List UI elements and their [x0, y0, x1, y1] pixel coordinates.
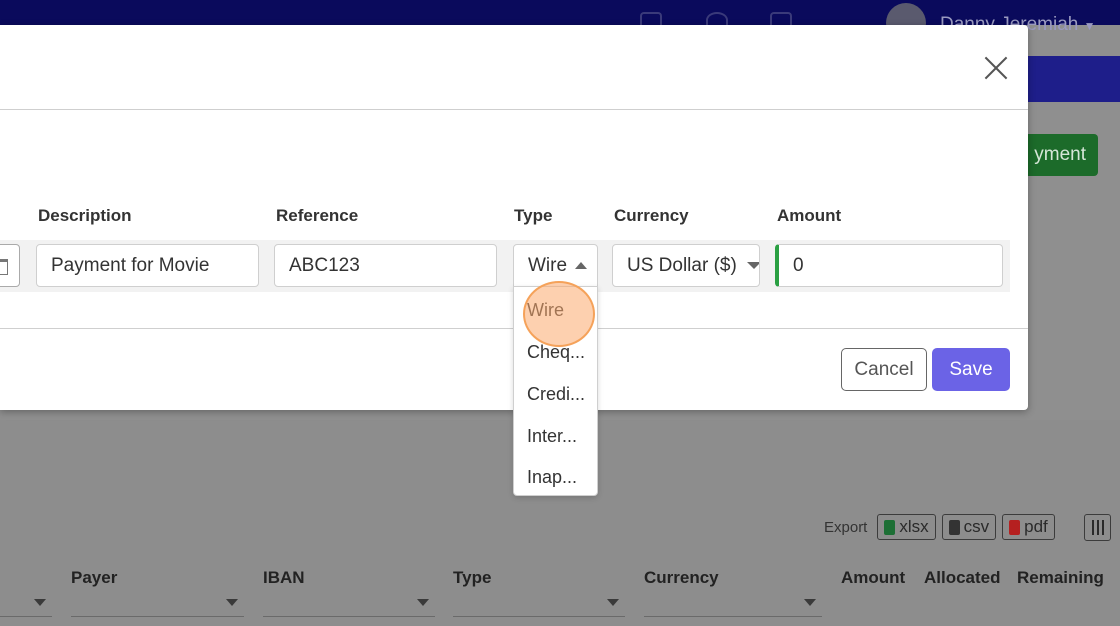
type-option-wire[interactable]: Wire [527, 300, 589, 321]
export-xlsx-button[interactable]: xlsx [877, 514, 936, 540]
save-label: Save [949, 358, 993, 380]
type-option-inap[interactable]: Inap... [527, 467, 589, 488]
cancel-button[interactable]: Cancel [841, 348, 927, 391]
export-csv-button[interactable]: csv [941, 514, 997, 540]
filter-select-type[interactable] [453, 590, 625, 617]
csv-file-icon [948, 519, 960, 535]
date-picker-button[interactable] [0, 244, 20, 287]
reference-input[interactable]: ABC123 [274, 244, 497, 287]
currency-select[interactable]: US Dollar ($) [612, 244, 760, 287]
modal-header-divider [0, 109, 1028, 110]
reference-value: ABC123 [289, 254, 360, 276]
type-dropdown-menu: Wire Cheq... Credi... Inter... Inap... [513, 286, 598, 496]
column-header-amount[interactable]: Amount [841, 568, 905, 588]
chevron-up-icon [575, 262, 588, 269]
type-label: Type [514, 206, 553, 225]
column-header-allocated[interactable]: Allocated [924, 568, 1001, 588]
column-header-remaining[interactable]: Remaining [1017, 568, 1104, 588]
export-toolbar: Export xlsx csv pdf [824, 514, 1055, 540]
type-option-cheque[interactable]: Cheq... [527, 342, 589, 363]
type-option-credit[interactable]: Credi... [527, 384, 589, 405]
filter-select-payer[interactable] [71, 590, 244, 617]
amount-label: Amount [777, 206, 842, 225]
filter-select-iban[interactable] [263, 590, 435, 617]
type-select[interactable]: Wire [513, 244, 598, 287]
column-header-currency[interactable]: Currency [644, 568, 719, 588]
export-pdf-button[interactable]: pdf [1002, 514, 1055, 540]
sliders-icon [1091, 520, 1094, 535]
type-value: Wire [528, 254, 568, 276]
column-header-payer[interactable]: Payer [71, 568, 117, 588]
export-xlsx-label: xlsx [899, 517, 929, 536]
amount-input[interactable]: 0 [775, 244, 1003, 287]
reference-label: Reference [276, 206, 359, 225]
cancel-label: Cancel [854, 358, 914, 380]
column-settings-button[interactable] [1084, 514, 1111, 541]
column-header-iban[interactable]: IBAN [263, 568, 305, 588]
filter-select-date[interactable] [0, 590, 52, 617]
export-label: Export [824, 518, 868, 536]
filter-select-currency[interactable] [644, 590, 822, 617]
description-input[interactable]: Payment for Movie [36, 244, 259, 287]
column-header-type[interactable]: Type [453, 568, 491, 588]
currency-value: US Dollar ($) [627, 254, 737, 276]
chevron-down-icon [746, 262, 759, 269]
description-value: Payment for Movie [51, 254, 210, 276]
description-label: Description [38, 206, 132, 225]
save-button[interactable]: Save [932, 348, 1010, 391]
export-csv-label: csv [963, 517, 990, 536]
add-payment-label: yment [1034, 144, 1086, 165]
secondary-navbar [1028, 56, 1120, 102]
pdf-file-icon [1009, 519, 1021, 535]
currency-label: Currency [614, 206, 689, 225]
close-icon[interactable] [984, 56, 1008, 80]
chevron-down-icon: ▼ [1083, 19, 1096, 33]
type-option-inter[interactable]: Inter... [527, 426, 589, 447]
amount-value: 0 [793, 254, 804, 276]
export-pdf-label: pdf [1024, 517, 1048, 536]
excel-file-icon [884, 519, 896, 535]
